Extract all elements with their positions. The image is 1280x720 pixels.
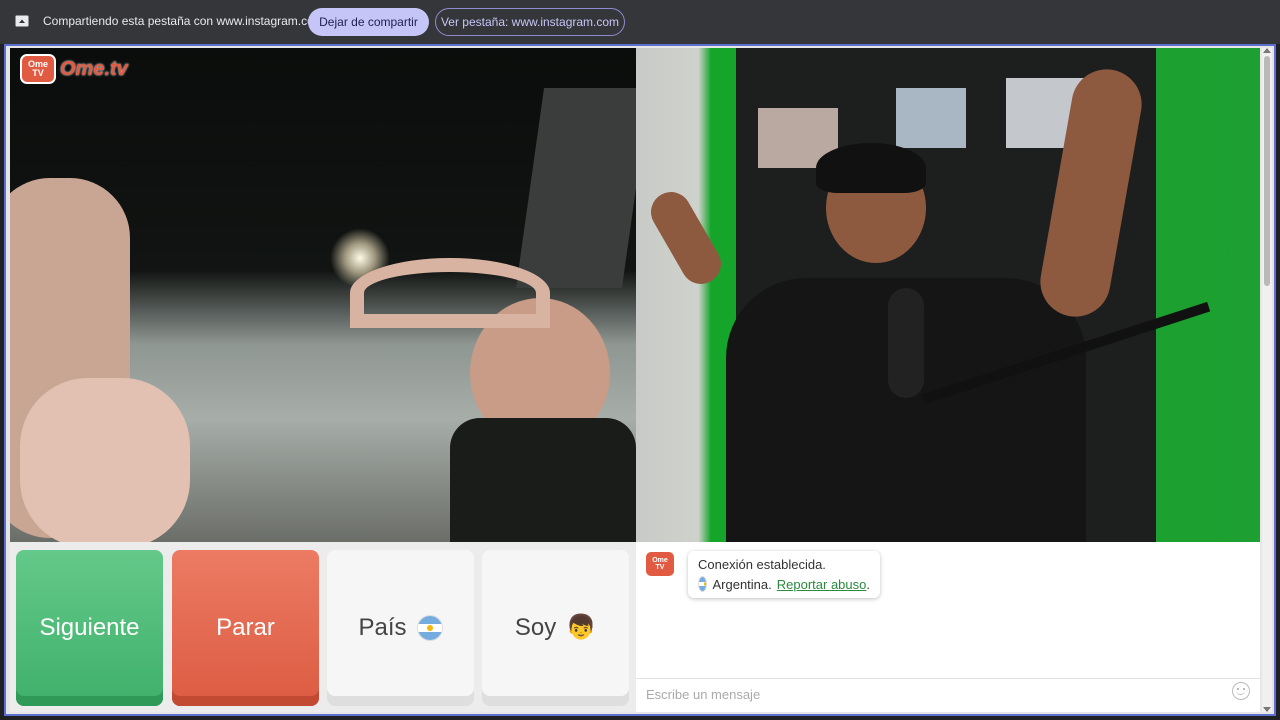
emoji-icon[interactable] (1232, 682, 1250, 700)
ometv-logo-text: Ome.tv (60, 57, 128, 80)
country-button-label: País (358, 614, 407, 641)
person-shirt (450, 418, 636, 542)
argentina-flag-icon (416, 615, 443, 641)
message-input[interactable]: Escribe un mensaje (636, 678, 1260, 712)
next-button-label: Siguiente (39, 614, 140, 641)
person-arm-left (643, 184, 729, 292)
next-button[interactable]: Siguiente (16, 550, 163, 706)
shared-tab-frame: Ome TV Ome.tv Siguiente Parar País Soy 👦… (4, 44, 1276, 716)
photo-frame (896, 88, 966, 148)
scroll-down-arrow-icon[interactable] (1263, 707, 1271, 712)
scroll-up-arrow-icon[interactable] (1263, 48, 1271, 53)
tab-share-bar: Compartiendo esta pestaña con www.instag… (0, 0, 1280, 44)
view-tab-button[interactable]: Ver pestaña: www.instagram.com (435, 8, 625, 36)
self-video (636, 48, 1260, 542)
stop-button-label: Parar (216, 614, 275, 641)
ometv-logo-badge: Ome TV (20, 54, 56, 84)
gender-filter-button[interactable]: Soy 👦 (482, 550, 629, 706)
system-message-bubble: Conexión establecida. Argentina. Reporta… (688, 551, 880, 598)
chat-panel: Ome TV Conexión establecida. Argentina. R… (636, 542, 1260, 712)
person-hair (816, 143, 926, 193)
stranger-video: Ome TV Ome.tv (10, 48, 636, 542)
heart-hands (350, 258, 550, 328)
share-status-text: Compartiendo esta pestaña con www.instag… (43, 14, 324, 28)
scroll-thumb[interactable] (1264, 56, 1270, 286)
ometv-logo[interactable]: Ome TV Ome.tv (20, 54, 128, 84)
ometv-chat-icon: Ome TV (646, 552, 674, 576)
wall-wood (515, 88, 636, 288)
country-filter-button[interactable]: País (327, 550, 474, 706)
person-hand-left (20, 378, 190, 542)
gender-button-label: Soy (514, 614, 557, 641)
report-abuse-link[interactable]: Reportar abuso (777, 577, 867, 592)
partner-country-text: Argentina. (712, 576, 772, 592)
stop-button[interactable]: Parar (172, 550, 319, 706)
message-input-placeholder: Escribe un mensaje (646, 687, 761, 702)
control-panel: Siguiente Parar País Soy 👦 (10, 542, 636, 712)
report-suffix: . (866, 576, 870, 592)
stop-sharing-button[interactable]: Dejar de compartir (308, 8, 429, 36)
boy-icon: 👦 (566, 614, 597, 641)
argentina-flag-icon (698, 576, 708, 592)
page-scrollbar[interactable] (1262, 48, 1272, 712)
connection-status-text: Conexión establecida. (698, 557, 826, 572)
screen-share-icon (15, 15, 29, 27)
microphone (888, 288, 924, 398)
